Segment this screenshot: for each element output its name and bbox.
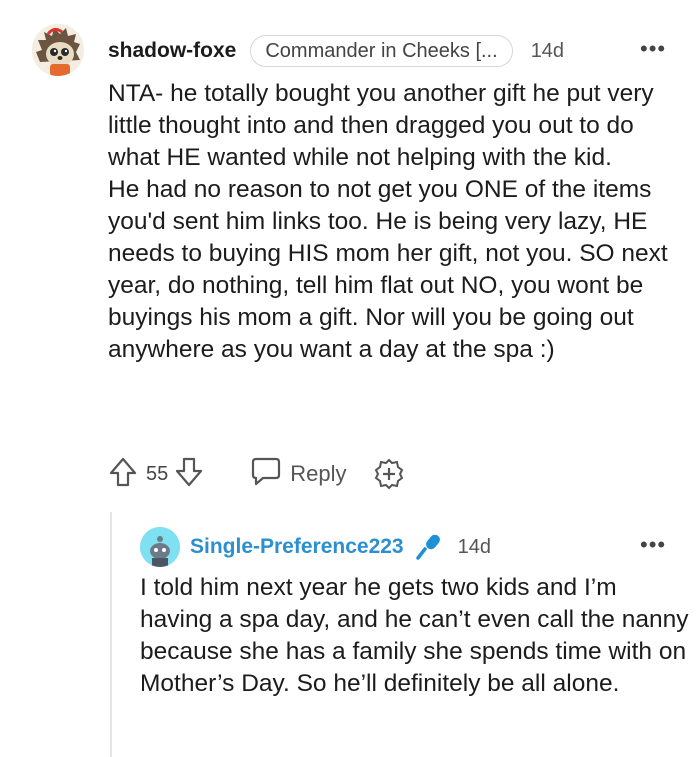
comment-username[interactable]: shadow-foxe <box>108 39 236 63</box>
thread-line[interactable] <box>110 512 112 757</box>
arrow-up-icon[interactable] <box>108 456 138 493</box>
arrow-down-icon[interactable] <box>174 456 204 493</box>
reply-label: Reply <box>290 461 347 486</box>
comment-actions: 55 Reply <box>108 456 405 492</box>
hedgehog-avatar-icon <box>32 24 84 76</box>
reply-username[interactable]: Single-Preference223 <box>190 535 404 559</box>
microphone-icon <box>414 532 444 562</box>
reply-more-options-icon[interactable]: ••• <box>640 532 666 558</box>
comment-timestamp: 14d <box>530 39 565 62</box>
comment-header: shadow-foxe Commander in Cheeks [... 14d <box>108 34 564 68</box>
user-flair: Commander in Cheeks [... <box>250 35 513 67</box>
award-plus-icon <box>374 458 403 490</box>
vote-count: 55 <box>146 462 169 485</box>
reply-button[interactable]: Reply <box>250 456 347 492</box>
snoo-avatar-icon <box>140 527 180 567</box>
comment-body: NTA- he totally bought you another gift … <box>108 80 668 363</box>
reply-avatar[interactable] <box>140 527 180 567</box>
reply-body: I told him next year he gets two kids an… <box>140 574 696 697</box>
award-button[interactable] <box>373 458 405 490</box>
speech-bubble-icon <box>250 456 282 492</box>
reply-header: Single-Preference223 14d <box>190 531 491 563</box>
reply-timestamp: 14d <box>457 535 491 558</box>
user-avatar[interactable] <box>32 24 84 76</box>
more-options-icon[interactable]: ••• <box>640 36 666 62</box>
